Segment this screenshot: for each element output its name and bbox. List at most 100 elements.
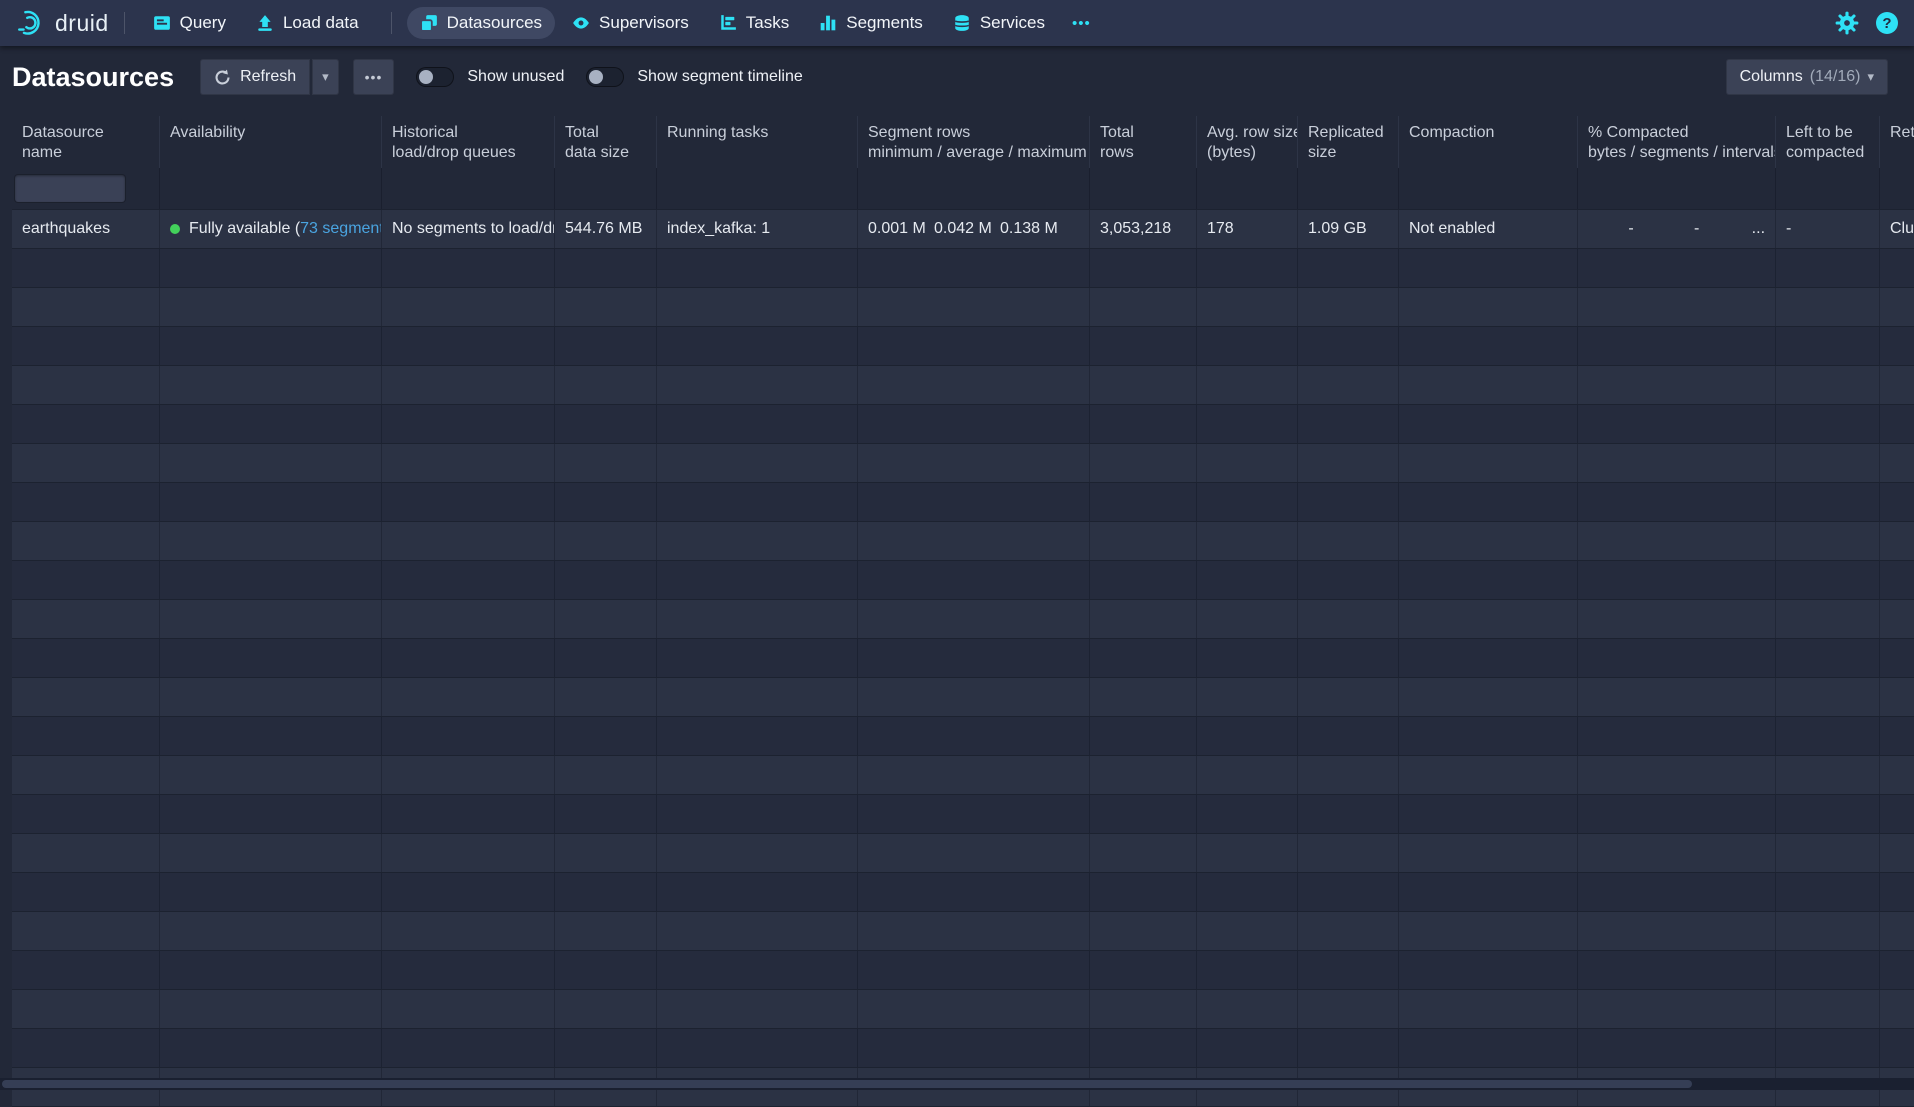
datasources-table: Datasourcename Availability Historicallo… — [12, 116, 1914, 1107]
columns-label: Columns — [1740, 68, 1803, 86]
chevron-down-icon: ▾ — [322, 69, 329, 85]
empty-row — [12, 561, 1914, 600]
nav-item-segments[interactable]: Segments — [806, 7, 936, 39]
nav-item-label: Query — [180, 13, 226, 33]
empty-row — [12, 249, 1914, 288]
cell-compaction: Not enabled — [1399, 210, 1578, 248]
empty-row — [12, 639, 1914, 678]
empty-row — [12, 522, 1914, 561]
tasks-gantt-icon — [719, 14, 737, 32]
segments-count-link[interactable]: 73 segments — [300, 220, 382, 238]
refresh-interval-dropdown-button[interactable]: ▾ — [312, 59, 339, 95]
nav-item-label: Tasks — [746, 13, 789, 33]
refresh-icon — [214, 69, 231, 86]
settings-gear-icon[interactable] — [1835, 11, 1859, 35]
refresh-label: Refresh — [240, 68, 296, 86]
column-header-avg-row-size[interactable]: Avg. row size(bytes) — [1197, 116, 1298, 168]
datasource-name-filter-input[interactable] — [15, 175, 125, 202]
top-navbar: druid Query Load data Da — [0, 0, 1914, 46]
cell-datasource-name: earthquakes — [12, 210, 160, 248]
cell-total-data-size: 544.76 MB — [555, 210, 657, 248]
show-segment-timeline-toggle-wrap: Show segment timeline — [586, 67, 802, 87]
horizontal-scrollbar-thumb[interactable] — [2, 1080, 1692, 1088]
cell-avg-row-size: 178 — [1197, 210, 1298, 248]
empty-row — [12, 873, 1914, 912]
show-segment-timeline-label: Show segment timeline — [637, 68, 802, 86]
nav-item-label: Load data — [283, 13, 359, 33]
empty-row — [12, 288, 1914, 327]
column-header-availability[interactable]: Availability — [160, 116, 382, 168]
load-data-icon — [256, 14, 274, 32]
cell-pct-compacted: - - ... — [1578, 210, 1776, 248]
nav-item-tasks[interactable]: Tasks — [706, 7, 802, 39]
column-header-pct-compacted[interactable]: % Compactedbytes / segments / intervals — [1578, 116, 1776, 168]
show-unused-toggle-wrap: Show unused — [416, 67, 564, 87]
available-status-dot-icon — [170, 224, 180, 234]
column-header-replicated-size[interactable]: Replicatedsize — [1298, 116, 1399, 168]
column-header-total-data-size[interactable]: Totaldata size — [555, 116, 657, 168]
column-header-running-tasks[interactable]: Running tasks — [657, 116, 858, 168]
show-unused-label: Show unused — [467, 68, 564, 86]
cell-segment-rows: 0.001 M 0.042 M 0.138 M — [858, 210, 1090, 248]
empty-row — [12, 990, 1914, 1029]
refresh-button-group: Refresh ▾ — [200, 59, 339, 95]
column-header-total-rows[interactable]: Totalrows — [1090, 116, 1197, 168]
nav-item-label: Services — [980, 13, 1045, 33]
show-unused-toggle[interactable] — [416, 67, 454, 87]
nav-item-label: Datasources — [447, 13, 542, 33]
show-segment-timeline-toggle[interactable] — [586, 67, 624, 87]
empty-row — [12, 444, 1914, 483]
empty-row — [12, 756, 1914, 795]
nav-item-query[interactable]: Query — [140, 7, 239, 39]
nav-item-load-data[interactable]: Load data — [243, 7, 372, 39]
empty-row — [12, 366, 1914, 405]
cell-left-to-be-compacted: - — [1776, 210, 1880, 248]
empty-row — [12, 483, 1914, 522]
columns-count: (14/16) — [1810, 68, 1861, 86]
nav-item-supervisors[interactable]: Supervisors — [559, 7, 702, 39]
help-icon[interactable]: ? — [1876, 12, 1898, 34]
empty-row — [12, 795, 1914, 834]
datasource-row-earthquakes[interactable]: earthquakes Fully available (73 segments… — [12, 210, 1914, 249]
services-database-icon — [953, 14, 971, 32]
cell-availability: Fully available (73 segments) — [160, 210, 382, 248]
table-body: earthquakes Fully available (73 segments… — [12, 210, 1914, 1107]
cell-total-rows: 3,053,218 — [1090, 210, 1197, 248]
columns-dropdown-button[interactable]: Columns (14/16) ▾ — [1726, 59, 1888, 95]
empty-row — [12, 600, 1914, 639]
segments-chart-icon — [819, 14, 837, 32]
nav-item-datasources[interactable]: Datasources — [407, 7, 555, 39]
refresh-button[interactable]: Refresh — [200, 59, 310, 95]
empty-row — [12, 912, 1914, 951]
table-header-row: Datasourcename Availability Historicallo… — [12, 116, 1914, 168]
cell-retention: Cluster default — [1880, 210, 1914, 248]
toggle-knob — [589, 70, 603, 84]
empty-row — [12, 327, 1914, 366]
datasources-toolbar: Datasources Refresh ▾ ••• Show unused Sh… — [0, 46, 1914, 108]
column-header-compaction[interactable]: Compaction — [1399, 116, 1578, 168]
empty-row — [12, 717, 1914, 756]
table-filter-row — [12, 168, 1914, 210]
empty-row — [12, 834, 1914, 873]
query-icon — [153, 14, 171, 32]
druid-logo[interactable]: druid — [16, 8, 109, 38]
cell-replicated-size: 1.09 GB — [1298, 210, 1399, 248]
column-header-datasource-name[interactable]: Datasourcename — [12, 116, 160, 168]
empty-row — [12, 405, 1914, 444]
horizontal-scrollbar-track[interactable] — [0, 1078, 1914, 1090]
nav-more-button[interactable]: ••• — [1062, 9, 1101, 38]
nav-divider — [391, 12, 392, 34]
column-header-left-to-be-compacted[interactable]: Left to becompacted — [1776, 116, 1880, 168]
supervisors-eye-icon — [572, 14, 590, 32]
column-header-historical-queues[interactable]: Historicalload/drop queues — [382, 116, 555, 168]
nav-item-label: Segments — [846, 13, 923, 33]
brand-name: druid — [55, 10, 109, 37]
nav-item-label: Supervisors — [599, 13, 689, 33]
druid-logo-icon — [16, 8, 46, 38]
column-header-segment-rows[interactable]: Segment rowsminimum / average / maximum — [858, 116, 1090, 168]
page-title: Datasources — [12, 62, 174, 93]
column-header-retention[interactable]: Retention — [1880, 116, 1914, 168]
more-actions-button[interactable]: ••• — [353, 59, 395, 95]
chevron-down-icon: ▾ — [1867, 69, 1874, 85]
nav-item-services[interactable]: Services — [940, 7, 1058, 39]
